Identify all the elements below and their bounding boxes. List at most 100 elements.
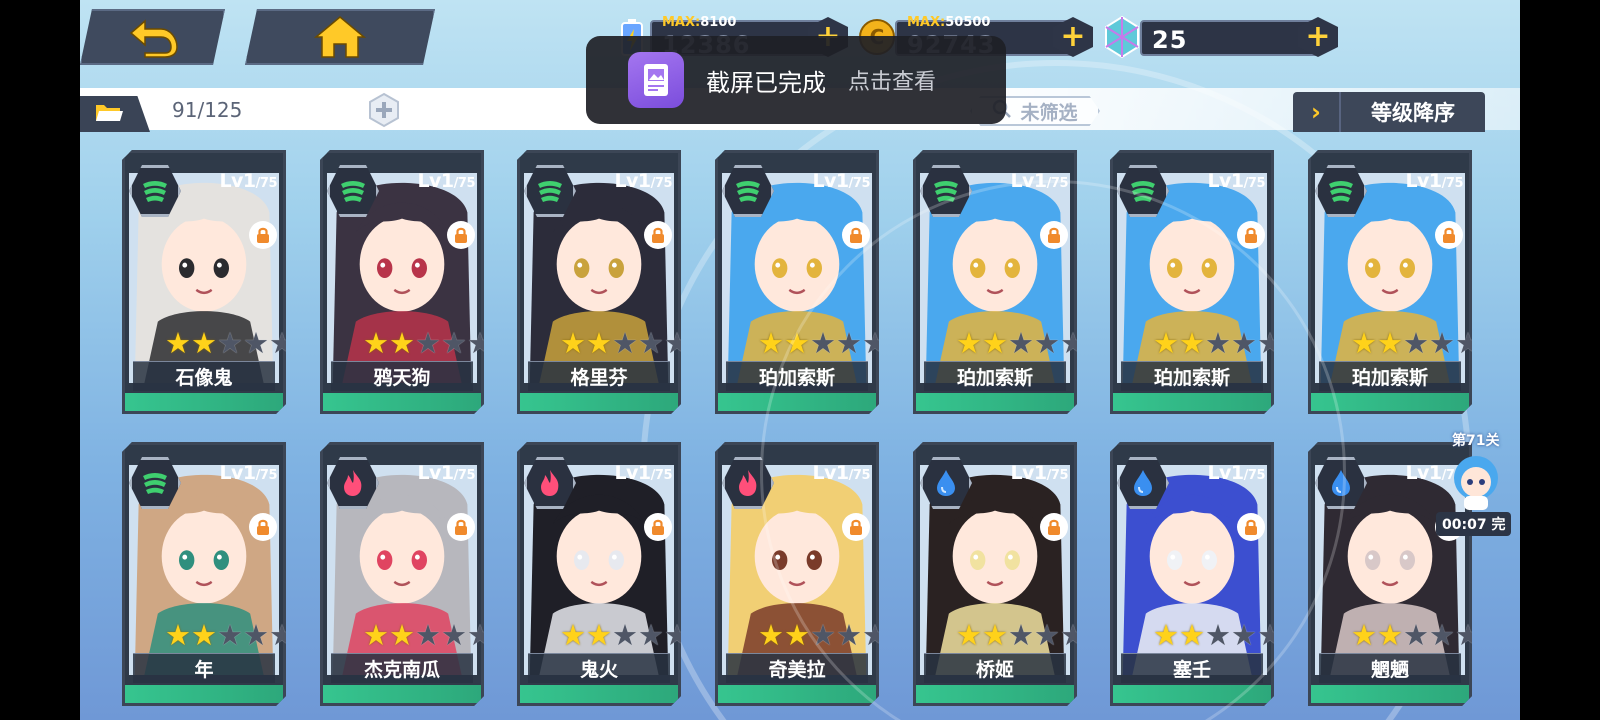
character-card[interactable]: Lv1/75 ★ ★ ★ ★ ★ 石像鬼 [122, 150, 286, 414]
star-rating: ★ ★ ★ ★ ★ [165, 329, 295, 358]
level-max: /75 [1243, 468, 1265, 483]
stage-badge[interactable]: 第71关 00:07 完 [1430, 430, 1520, 540]
level-value: Lv1 [812, 170, 849, 192]
star-filled-icon: ★ [363, 618, 389, 652]
star-filled-icon: ★ [389, 326, 415, 360]
character-card[interactable]: Lv1/75 ★ ★ ★ ★ ★ 年 [122, 442, 286, 706]
star-empty-icon: ★ [243, 618, 269, 652]
star-filled-icon: ★ [982, 618, 1008, 652]
back-button[interactable] [80, 9, 225, 65]
star-empty-icon: ★ [269, 326, 295, 360]
star-empty-icon: ★ [1060, 618, 1086, 652]
coins-max-value: 50500 [945, 15, 991, 30]
star-filled-icon: ★ [1179, 326, 1205, 360]
card-level: Lv1/75 [1010, 462, 1068, 484]
star-filled-icon: ★ [363, 326, 389, 360]
star-empty-icon: ★ [243, 326, 269, 360]
star-empty-icon: ★ [467, 326, 493, 360]
star-empty-icon: ★ [1231, 618, 1257, 652]
level-value: Lv1 [417, 170, 454, 192]
lock-icon[interactable] [1040, 513, 1068, 541]
character-card[interactable]: Lv1/75 ★ ★ ★ ★ ★ 珀加索斯 [1308, 150, 1472, 414]
star-empty-icon: ★ [664, 326, 690, 360]
star-filled-icon: ★ [1153, 326, 1179, 360]
filter-label: 未筛选 [1020, 101, 1078, 124]
character-portrait [1117, 465, 1267, 675]
star-empty-icon: ★ [664, 618, 690, 652]
star-empty-icon: ★ [1455, 326, 1481, 360]
lock-icon[interactable] [447, 221, 475, 249]
card-base [916, 685, 1074, 703]
card-base [1113, 393, 1271, 411]
lock-icon[interactable] [1435, 221, 1463, 249]
lock-icon[interactable] [1237, 221, 1265, 249]
character-card[interactable]: Lv1/75 ★ ★ ★ ★ ★ 鬼火 [517, 442, 681, 706]
expand-slots-button[interactable] [365, 92, 403, 130]
screenshot-icon [628, 52, 684, 108]
back-arrow-icon [125, 15, 181, 59]
star-empty-icon: ★ [415, 618, 441, 652]
star-filled-icon: ★ [758, 326, 784, 360]
card-level: Lv1/75 [1207, 170, 1265, 192]
water-element-icon [920, 457, 972, 509]
character-name: 桥姬 [924, 653, 1066, 683]
stamina-max-label: MAX: [662, 15, 701, 30]
folder-icon [94, 101, 124, 127]
star-empty-icon: ★ [1429, 618, 1455, 652]
toast-view-link[interactable]: 点击查看 [848, 64, 936, 96]
stage-timer: 00:07 完 [1436, 512, 1512, 536]
lock-icon[interactable] [644, 513, 672, 541]
lock-icon[interactable] [1237, 513, 1265, 541]
level-max: /75 [255, 468, 277, 483]
star-rating: ★ ★ ★ ★ ★ [956, 621, 1086, 650]
star-empty-icon: ★ [1403, 326, 1429, 360]
star-empty-icon: ★ [862, 618, 888, 652]
character-card[interactable]: Lv1/75 ★ ★ ★ ★ ★ 珀加索斯 [1110, 150, 1274, 414]
character-card[interactable]: Lv1/75 ★ ★ ★ ★ ★ 珀加索斯 [715, 150, 879, 414]
level-value: Lv1 [219, 462, 256, 484]
character-card[interactable]: Lv1/75 ★ ★ ★ ★ ★ 鸦天狗 [320, 150, 484, 414]
star-rating: ★ ★ ★ ★ ★ [758, 621, 888, 650]
character-card[interactable]: Lv1/75 ★ ★ ★ ★ ★ 珀加索斯 [913, 150, 1077, 414]
screenshot-toast[interactable]: 截屏已完成 点击查看 [586, 36, 1006, 124]
star-filled-icon: ★ [956, 618, 982, 652]
character-card[interactable]: Lv1/75 ★ ★ ★ ★ ★ 桥姬 [913, 442, 1077, 706]
star-rating: ★ ★ ★ ★ ★ [560, 621, 690, 650]
character-card[interactable]: Lv1/75 ★ ★ ★ ★ ★ 奇美拉 [715, 442, 879, 706]
lock-icon[interactable] [249, 221, 277, 249]
card-base [323, 685, 481, 703]
level-value: Lv1 [812, 462, 849, 484]
star-empty-icon: ★ [1060, 326, 1086, 360]
character-card[interactable]: Lv1/75 ★ ★ ★ ★ ★ 格里芬 [517, 150, 681, 414]
lock-icon[interactable] [447, 513, 475, 541]
star-rating: ★ ★ ★ ★ ★ [560, 329, 690, 358]
lock-icon[interactable] [842, 513, 870, 541]
star-rating: ★ ★ ★ ★ ★ [165, 621, 295, 650]
lock-icon[interactable] [1040, 221, 1068, 249]
home-button[interactable] [245, 9, 435, 65]
chevron-right-icon: › [1293, 92, 1341, 132]
lock-icon[interactable] [842, 221, 870, 249]
lock-icon[interactable] [644, 221, 672, 249]
gems-value: 25 [1152, 26, 1188, 54]
character-card[interactable]: Lv1/75 ★ ★ ★ ★ ★ 塞壬 [1110, 442, 1274, 706]
lock-icon[interactable] [249, 513, 277, 541]
star-empty-icon: ★ [836, 326, 862, 360]
star-filled-icon: ★ [784, 618, 810, 652]
level-max: /75 [848, 176, 870, 191]
star-empty-icon: ★ [1008, 618, 1034, 652]
card-level: Lv1/75 [1405, 170, 1463, 192]
star-filled-icon: ★ [165, 618, 191, 652]
level-max: /75 [650, 468, 672, 483]
star-empty-icon: ★ [810, 326, 836, 360]
star-empty-icon: ★ [1205, 618, 1231, 652]
level-max: /75 [1243, 176, 1265, 191]
star-rating: ★ ★ ★ ★ ★ [363, 329, 493, 358]
star-empty-icon: ★ [1034, 326, 1060, 360]
character-card[interactable]: Lv1/75 ★ ★ ★ ★ ★ 杰克南瓜 [320, 442, 484, 706]
level-value: Lv1 [614, 170, 651, 192]
level-max: /75 [453, 176, 475, 191]
card-level: Lv1/75 [614, 170, 672, 192]
star-filled-icon: ★ [784, 326, 810, 360]
sort-button[interactable]: › 等级降序 [1293, 92, 1485, 132]
